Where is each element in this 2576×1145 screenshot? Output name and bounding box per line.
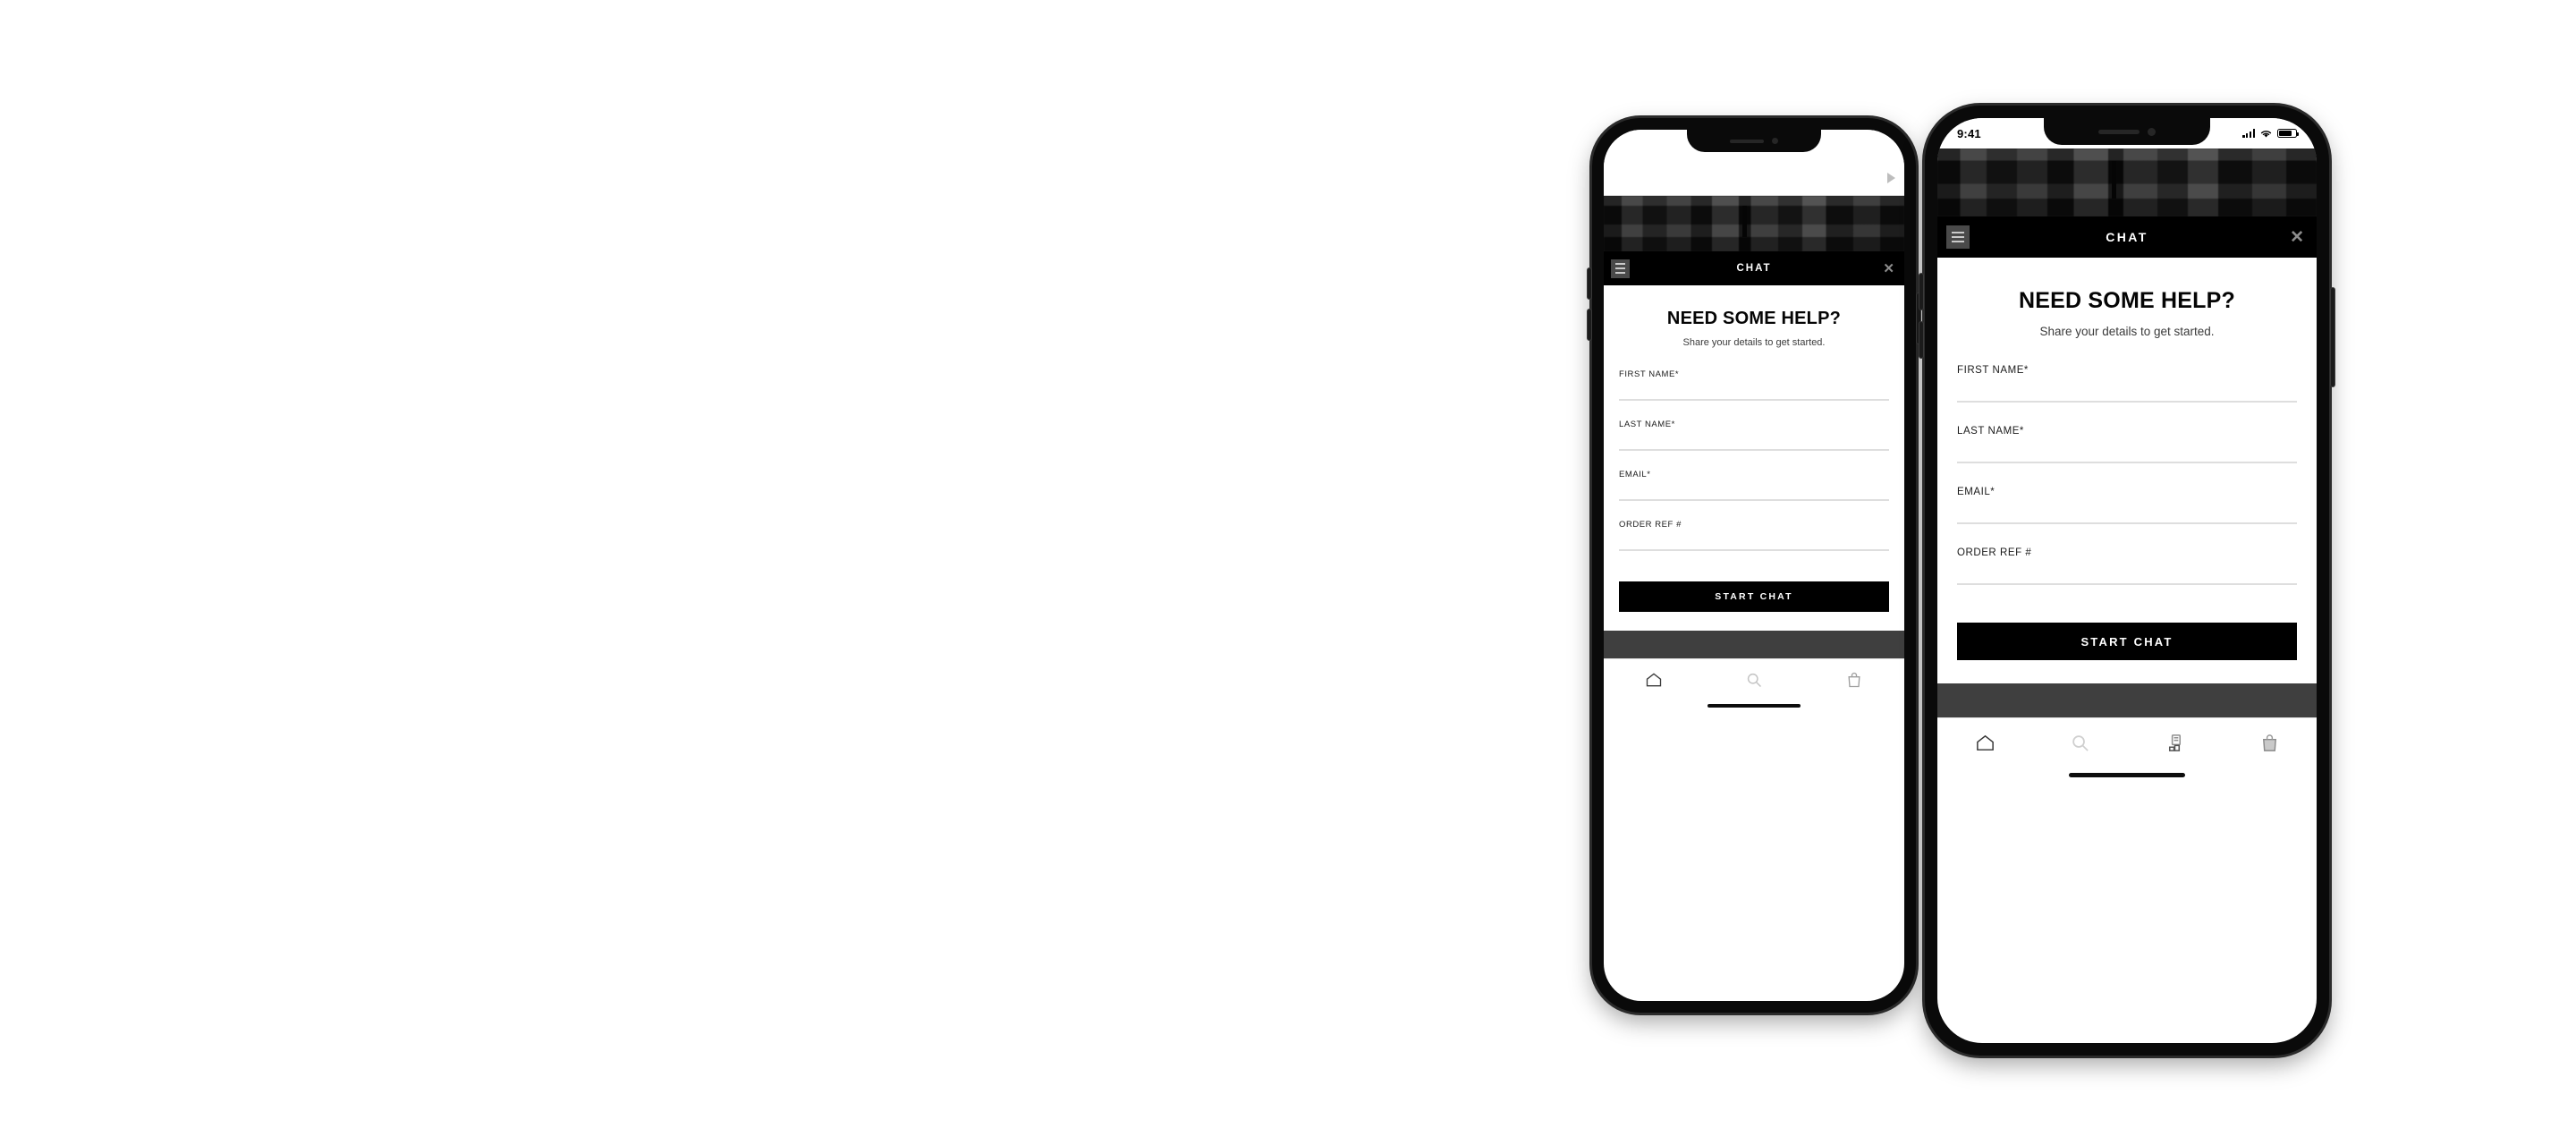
nav-item-bag[interactable] bbox=[1845, 671, 1863, 689]
chat-form-back: NEED SOME HELP? Share your details to ge… bbox=[1604, 285, 1904, 658]
volume-down-button[interactable] bbox=[1588, 310, 1591, 340]
device-screen-back: CHAT ✕ NEED SOME HELP? Share your detail… bbox=[1604, 130, 1904, 1001]
form-fields: FIRST NAME* LAST NAME* EMAIL* ORDER REF … bbox=[1604, 369, 1904, 570]
chat-title: CHAT bbox=[1736, 263, 1772, 274]
mockup-stage: CHAT ✕ NEED SOME HELP? Share your detail… bbox=[0, 0, 2576, 1145]
field-label: FIRST NAME* bbox=[1619, 369, 1680, 379]
close-icon[interactable]: ✕ bbox=[2290, 229, 2304, 246]
speaker-grille bbox=[2098, 129, 2140, 134]
last-name-input[interactable] bbox=[1957, 437, 2297, 463]
field-first-name: FIRST NAME* bbox=[1957, 365, 2297, 403]
submit-wrapper: START CHAT bbox=[1937, 623, 2317, 660]
power-button[interactable] bbox=[2331, 288, 2334, 386]
nav-item-list[interactable] bbox=[2165, 733, 2185, 753]
field-order-ref: ORDER REF # bbox=[1957, 547, 2297, 585]
hero-banner-front bbox=[1937, 148, 2317, 216]
form-heading: NEED SOME HELP? bbox=[2019, 288, 2235, 313]
notch bbox=[1687, 130, 1821, 152]
status-time: 9:41 bbox=[1957, 126, 1981, 140]
signal-icon bbox=[2242, 129, 2255, 138]
field-email: EMAIL* bbox=[1957, 487, 2297, 524]
notch bbox=[2044, 118, 2210, 145]
field-email: EMAIL* bbox=[1619, 470, 1889, 501]
chat-form-front: NEED SOME HELP? Share your details to ge… bbox=[1937, 258, 2317, 717]
phone-device-front: 9:41 CHAT ✕ NEED SOME HELP? Share your d… bbox=[1919, 106, 2334, 1056]
field-last-name: LAST NAME* bbox=[1957, 426, 2297, 463]
hamburger-icon[interactable] bbox=[1611, 259, 1630, 278]
field-last-name: LAST NAME* bbox=[1619, 420, 1889, 451]
nav-item-home[interactable] bbox=[1975, 733, 1996, 753]
speaker-grille bbox=[1730, 139, 1764, 143]
field-first-name: FIRST NAME* bbox=[1619, 369, 1889, 401]
volume-up-button[interactable] bbox=[1588, 268, 1591, 299]
bottom-nav-back bbox=[1604, 658, 1904, 700]
wifi-icon bbox=[2260, 130, 2272, 137]
volume-down-button[interactable] bbox=[1919, 322, 1923, 358]
form-subheading: Share your details to get started. bbox=[1682, 337, 1826, 348]
footer-spacer bbox=[1604, 631, 1904, 658]
form-fields: FIRST NAME* LAST NAME* EMAIL* ORDER REF … bbox=[1937, 365, 2317, 608]
close-icon[interactable]: ✕ bbox=[1883, 262, 1894, 276]
field-label: EMAIL* bbox=[1619, 470, 1651, 479]
chat-title: CHAT bbox=[2106, 230, 2148, 244]
footer-spacer bbox=[1937, 683, 2317, 717]
field-label: EMAIL* bbox=[1957, 487, 1996, 497]
front-camera-icon bbox=[1772, 138, 1778, 144]
front-camera-icon bbox=[2148, 127, 2156, 136]
last-name-input[interactable] bbox=[1619, 429, 1889, 451]
start-chat-button[interactable]: START CHAT bbox=[1957, 623, 2297, 660]
device-screen-front: 9:41 CHAT ✕ NEED SOME HELP? Share your d… bbox=[1937, 118, 2317, 1043]
field-order-ref: ORDER REF # bbox=[1619, 520, 1889, 551]
field-label: LAST NAME* bbox=[1957, 426, 2024, 437]
order-ref-input[interactable] bbox=[1619, 530, 1889, 551]
home-indicator bbox=[1707, 704, 1801, 708]
hero-banner-back bbox=[1604, 196, 1904, 251]
play-icon[interactable] bbox=[1887, 172, 1895, 183]
nav-item-search[interactable] bbox=[1745, 671, 1763, 689]
first-name-input[interactable] bbox=[1619, 379, 1889, 401]
chat-header-back: CHAT ✕ bbox=[1604, 251, 1904, 285]
hamburger-icon[interactable] bbox=[1946, 225, 1970, 249]
nav-item-home[interactable] bbox=[1645, 671, 1663, 689]
field-label: ORDER REF # bbox=[1957, 547, 2032, 558]
bottom-nav-front bbox=[1937, 717, 2317, 768]
email-input[interactable] bbox=[1619, 479, 1889, 501]
nav-item-search[interactable] bbox=[2070, 733, 2090, 753]
nav-item-bag[interactable] bbox=[2259, 733, 2280, 753]
field-label: FIRST NAME* bbox=[1957, 365, 2029, 376]
submit-wrapper: START CHAT bbox=[1604, 581, 1904, 612]
form-subheading: Share your details to get started. bbox=[2039, 325, 2215, 338]
volume-up-button[interactable] bbox=[1919, 274, 1923, 310]
form-heading: NEED SOME HELP? bbox=[1666, 309, 1842, 328]
email-input[interactable] bbox=[1957, 497, 2297, 524]
home-indicator bbox=[2069, 773, 2185, 777]
field-label: LAST NAME* bbox=[1619, 420, 1675, 429]
field-label: ORDER REF # bbox=[1619, 520, 1682, 530]
start-chat-button[interactable]: START CHAT bbox=[1619, 581, 1889, 612]
battery-icon bbox=[2277, 129, 2300, 138]
chat-header-front: CHAT ✕ bbox=[1937, 216, 2317, 258]
status-icons bbox=[2242, 129, 2300, 139]
browser-bar[interactable] bbox=[1604, 160, 1904, 196]
order-ref-input[interactable] bbox=[1957, 558, 2297, 585]
phone-device-back: CHAT ✕ NEED SOME HELP? Share your detail… bbox=[1588, 118, 1920, 1013]
first-name-input[interactable] bbox=[1957, 376, 2297, 403]
